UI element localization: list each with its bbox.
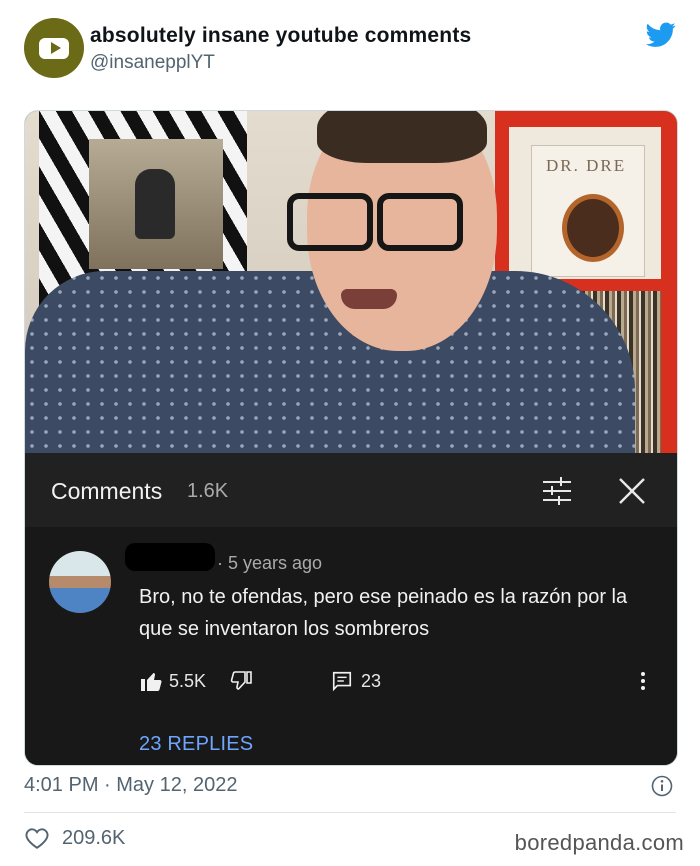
- sort-filter-icon[interactable]: [537, 471, 577, 511]
- like-stat[interactable]: 209.6K: [24, 826, 125, 850]
- profile-avatar[interactable]: [24, 18, 84, 78]
- shelf-compartment: DR. DRE: [509, 127, 661, 279]
- tweet-media[interactable]: DR. DRE Comments 1.6K · 5 years ago Bro,…: [24, 110, 678, 766]
- album-portrait: [562, 194, 624, 262]
- like-count: 5.5K: [169, 670, 207, 691]
- thumbs-up-icon: [141, 673, 162, 691]
- comment-time: · 5 years ago: [217, 553, 323, 573]
- video-frame[interactable]: DR. DRE: [25, 111, 677, 453]
- reply-count: 23: [361, 670, 382, 691]
- album-title: DR. DRE: [546, 156, 627, 175]
- heart-icon: [25, 828, 49, 849]
- comment-icon: [332, 671, 352, 692]
- comment-actions: 5.5K 23: [139, 665, 659, 697]
- more-options-button[interactable]: [633, 665, 653, 697]
- thumbs-down-icon: [230, 671, 252, 690]
- commenter-avatar[interactable]: [49, 551, 111, 613]
- display-name[interactable]: absolutely insane youtube comments: [90, 24, 471, 48]
- info-icon[interactable]: [651, 775, 673, 797]
- redacted-username: [125, 543, 215, 571]
- comments-header: Comments 1.6K: [25, 453, 677, 527]
- framed-photo: [89, 139, 223, 269]
- close-icon[interactable]: [612, 471, 652, 511]
- divider: [24, 812, 676, 813]
- twitter-bird-icon[interactable]: [646, 22, 676, 48]
- reply-count-button[interactable]: 23: [331, 665, 381, 697]
- tweet-header: absolutely insane youtube comments @insa…: [24, 18, 684, 82]
- album-cover: DR. DRE: [531, 145, 645, 277]
- more-vertical-icon: [641, 672, 645, 690]
- dislike-button[interactable]: [229, 665, 253, 697]
- comments-title: Comments: [51, 478, 163, 504]
- like-button[interactable]: 5.5K: [139, 665, 206, 697]
- comment-item: · 5 years ago Bro, no te ofendas, pero e…: [25, 527, 677, 765]
- youtube-logo-icon: [39, 37, 69, 59]
- watermark: boredpanda.com: [514, 830, 684, 855]
- photo-figure: [135, 169, 175, 239]
- user-handle[interactable]: @insanepplYT: [90, 52, 215, 74]
- comments-count: 1.6K: [187, 480, 229, 502]
- person-mouth: [341, 289, 397, 309]
- person-hair: [317, 111, 487, 163]
- comment-text: Bro, no te ofendas, pero ese peinado es …: [139, 586, 628, 640]
- glasses: [287, 193, 463, 251]
- view-replies-link[interactable]: 23 REPLIES: [139, 733, 253, 756]
- like-count-total: 209.6K: [62, 826, 126, 849]
- tweet-timestamp[interactable]: 4:01 PM · May 12, 2022: [24, 774, 237, 797]
